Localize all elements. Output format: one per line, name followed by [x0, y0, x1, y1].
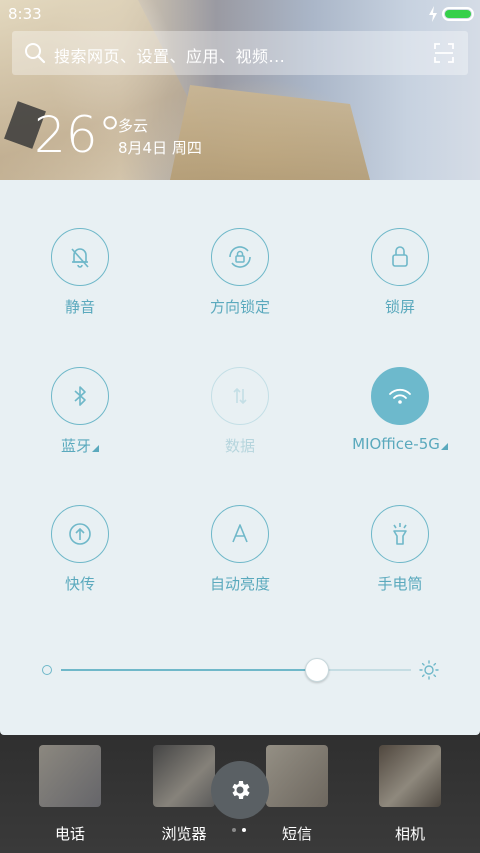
- dock-app-camera[interactable]: 相机: [360, 745, 460, 845]
- toggle-circle[interactable]: [51, 505, 109, 563]
- battery-icon: [442, 7, 474, 21]
- app-label: 相机: [394, 825, 425, 843]
- toggle-circle[interactable]: [371, 367, 429, 425]
- lock-icon: [392, 246, 408, 267]
- battery-level: [445, 10, 471, 18]
- wifi-icon: [389, 388, 411, 404]
- toggle-label: 手电筒: [377, 575, 423, 593]
- bell-off-icon: [71, 248, 89, 268]
- browser-app-icon[interactable]: [153, 745, 215, 807]
- toggle-label-row: MIOffice-5G: [320, 435, 480, 453]
- weather-condition: 多云: [118, 117, 149, 135]
- brightness-fill: [61, 669, 317, 671]
- toggle-circle[interactable]: [371, 505, 429, 563]
- brightness-slider[interactable]: [61, 658, 411, 682]
- toggle-mute[interactable]: 静音: [0, 228, 160, 338]
- toggle-auto-brightness[interactable]: 自动亮度: [160, 505, 320, 615]
- settings-button[interactable]: [211, 761, 269, 819]
- toggle-rotation-lock[interactable]: 方向锁定: [160, 228, 320, 338]
- camera-app-icon[interactable]: [379, 745, 441, 807]
- toggle-wifi[interactable]: MIOffice-5G: [320, 367, 480, 477]
- toggle-label: 自动亮度: [209, 575, 270, 593]
- charging-icon: [429, 6, 437, 22]
- toggle-label: MIOffice-5G: [352, 435, 440, 453]
- page-dot-active: [242, 828, 246, 832]
- auto-brightness-icon: [232, 524, 248, 543]
- weather-temperature[interactable]: 26°: [34, 110, 123, 160]
- gear-icon: [232, 781, 250, 799]
- messages-app-icon[interactable]: [266, 745, 328, 807]
- search-icon: [25, 43, 46, 64]
- toggle-circle[interactable]: [211, 505, 269, 563]
- upload-icon: [69, 523, 91, 545]
- toggle-circle[interactable]: [211, 367, 269, 425]
- app-label: 浏览器: [161, 825, 207, 843]
- weather-date: 8月4日 周四: [118, 139, 202, 157]
- status-bar: 8:33: [0, 0, 480, 28]
- quick-settings-panel: 静音 方向锁定 锁屏 蓝牙 数据 MIOffice-5G 快传 自动亮度 手电筒: [0, 180, 480, 735]
- toggle-label-row: 蓝牙: [0, 435, 160, 456]
- toggle-bluetooth[interactable]: 蓝牙: [0, 367, 160, 477]
- toggle-circle[interactable]: [371, 228, 429, 286]
- toggle-lock-screen[interactable]: 锁屏: [320, 228, 480, 338]
- toggle-label: 蓝牙: [60, 437, 91, 455]
- more-indicator-icon: [440, 443, 448, 450]
- search-bar[interactable]: 搜索网页、设置、应用、视频...: [12, 31, 468, 75]
- phone-app-icon[interactable]: [39, 745, 101, 807]
- brightness-high-icon: [419, 660, 439, 680]
- wallpaper-art: [170, 85, 370, 180]
- bluetooth-icon: [74, 386, 86, 406]
- dock-app-phone[interactable]: 电话: [20, 745, 120, 845]
- rotation-lock-icon: [229, 246, 251, 268]
- page-indicator: [232, 828, 248, 832]
- toggle-label: 静音: [64, 298, 95, 316]
- brightness-thumb[interactable]: [304, 658, 329, 682]
- toggle-circle[interactable]: [51, 228, 109, 286]
- brightness-low-icon: [42, 665, 52, 675]
- search-placeholder[interactable]: 搜索网页、设置、应用、视频...: [54, 43, 285, 67]
- toggle-label: 数据: [224, 437, 255, 455]
- toggle-label: 锁屏: [384, 298, 415, 316]
- toggle-flashlight[interactable]: 手电筒: [320, 505, 480, 615]
- toggle-circle[interactable]: [211, 228, 269, 286]
- app-label: 短信: [281, 825, 312, 843]
- status-time: 8:33: [8, 5, 42, 23]
- toggle-label: 方向锁定: [209, 298, 270, 316]
- toggle-label: 快传: [64, 575, 95, 593]
- toggle-data[interactable]: 数据: [160, 367, 320, 477]
- data-arrows-icon: [233, 387, 247, 405]
- scan-icon[interactable]: [434, 43, 454, 63]
- page-dot: [232, 828, 236, 832]
- app-label: 电话: [54, 825, 85, 843]
- more-indicator-icon: [92, 445, 99, 452]
- flashlight-icon: [393, 523, 407, 545]
- toggle-quick-share[interactable]: 快传: [0, 505, 160, 615]
- toggle-circle[interactable]: [51, 367, 109, 425]
